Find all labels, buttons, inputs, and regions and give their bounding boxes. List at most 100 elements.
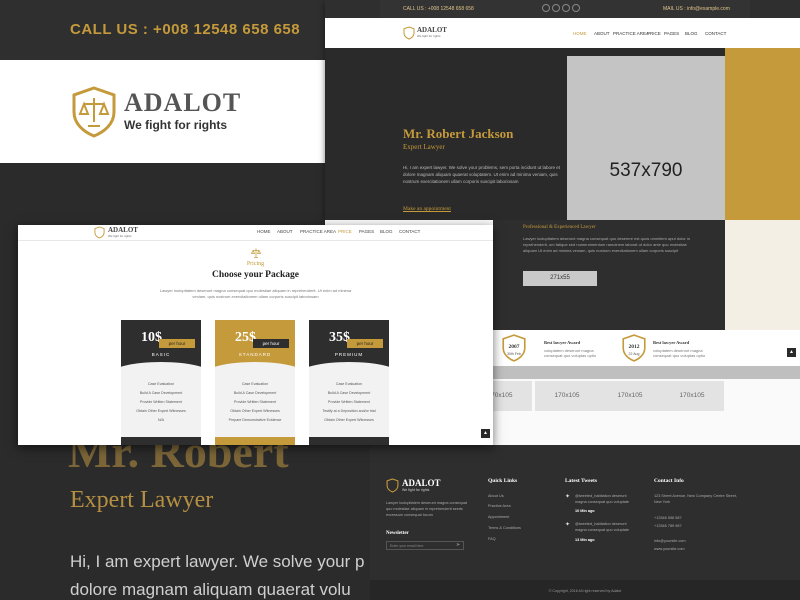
hero-gold-pattern — [725, 48, 800, 220]
pricing-logo-tagline: We fight for rights — [108, 234, 132, 238]
nav-home[interactable]: HOME — [257, 229, 271, 234]
award-date-1: 30th Feb — [507, 352, 521, 356]
send-icon[interactable]: ➤ — [456, 542, 460, 548]
pricing-card-basic[interactable]: 10$ per hour BASIC Case Evaluation Build… — [121, 320, 201, 445]
google-plus-icon[interactable] — [572, 4, 580, 12]
pricing-screenshot: ADALOT We fight for rights HOME ABOUT PR… — [18, 225, 493, 445]
about-gray-band — [493, 366, 800, 379]
plan-feature: Case Evaluation — [241, 382, 269, 386]
quick-link[interactable]: Terms & Conditions — [488, 525, 521, 531]
nav-practice-area[interactable]: PRACTICE AREA — [613, 31, 649, 36]
newsletter-title: Newsletter — [386, 531, 409, 536]
plan-per: per hour — [253, 339, 289, 348]
facebook-icon[interactable] — [542, 4, 550, 12]
plan-feature: Case Evaluation — [335, 382, 363, 386]
card-wave — [215, 362, 295, 382]
award-year-1: 2007 — [508, 344, 520, 350]
plan-feature: Testify at a Deposition and/or trial — [322, 409, 376, 413]
footer-screenshot: ADALOT We fight for rights Lawyer loolup… — [370, 445, 800, 600]
nav-contact[interactable]: CONTACT — [705, 31, 726, 36]
plan-feature: Build A Case Development — [233, 391, 277, 395]
nav-practice-area[interactable]: PRACTICE AREA — [300, 229, 336, 234]
nav-blog[interactable]: BLOG — [685, 31, 698, 36]
newsletter-email-input[interactable]: Enter your email here — [386, 541, 464, 550]
award-title-2: Best lawyer Award — [653, 340, 690, 345]
nav-home[interactable]: HOME — [573, 31, 587, 36]
background-hero-desc-line2: dolore magnam aliquam quaerat volu — [70, 580, 351, 599]
quick-link[interactable]: FAQ — [488, 536, 496, 542]
shield-logo-icon — [403, 26, 415, 40]
nav-contact[interactable]: CONTACT — [399, 229, 420, 234]
gallery-tile[interactable]: 170x105 — [598, 381, 662, 411]
about-pattern — [725, 220, 800, 330]
hero-photo-placeholder — [567, 56, 725, 220]
about-button-placeholder[interactable]: 271x55 — [523, 271, 597, 286]
quick-link[interactable]: About Us — [488, 493, 504, 499]
scroll-top-button[interactable]: ▲ — [481, 429, 490, 438]
footer-logo-tagline: We fight for rights — [402, 488, 430, 492]
copyright-text: © Copyright, 2016 All right reserved by … — [548, 589, 622, 593]
hero-name: Mr. Robert Jackson — [403, 126, 514, 141]
plan-feature: Build A Case Development — [139, 391, 183, 395]
tweet-text: @tweeted_habitation deserunt magna conse… — [575, 494, 630, 504]
nav-price[interactable]: PRICE — [647, 31, 661, 36]
hero-mail-text: MAIL US : info@example.com — [663, 6, 730, 12]
card-footer-button[interactable] — [309, 437, 389, 445]
contact-info-title: Contact Info — [654, 478, 684, 484]
contact-address: 123 Street Avenue, New Company Centre St… — [654, 494, 737, 504]
award-date-2: 22 Aug — [628, 352, 640, 356]
scroll-top-button[interactable]: ▲ — [787, 348, 796, 357]
plan-tier: STANDARD — [238, 352, 272, 357]
nav-pages[interactable]: PAGES — [664, 31, 679, 36]
nav-blog[interactable]: BLOG — [380, 229, 393, 234]
contact-website[interactable]: www.yoursite.com — [654, 546, 685, 552]
contact-email[interactable]: info@yoursite.com — [654, 538, 686, 544]
latest-tweets-title: Latest Tweets — [565, 478, 598, 484]
contact-phone: +12546 598 587 — [654, 516, 682, 520]
hero-screenshot: CALL US : +008 12548 658 658 MAIL US : i… — [325, 0, 800, 220]
card-wave — [309, 362, 389, 382]
plan-feature: Obtain Other Expert Witnesses — [230, 409, 280, 413]
pricing-card-premium[interactable]: 35$ per hour PREMIUM Case Evaluation Bui… — [309, 320, 389, 445]
footer-about: Lawyer loolupttatem deserunt magna conse… — [386, 501, 468, 517]
plan-feature: N/A — [158, 418, 164, 422]
hero-photo-label: 537x790 — [609, 160, 683, 181]
plan-feature: Obtain Other Expert Witnesses — [324, 418, 374, 422]
plan-tier: PREMIUM — [334, 352, 364, 357]
plan-per: per hour — [159, 339, 195, 348]
twitter-icon: ✦ — [565, 522, 571, 528]
hero-logo-name: ADALOT — [417, 26, 447, 34]
twitter-icon: ✦ — [565, 494, 571, 500]
tweet-time: 10 Min ago — [575, 509, 595, 513]
card-footer-button[interactable] — [121, 437, 201, 445]
card-footer-button[interactable] — [215, 437, 295, 445]
background-logo-name: ADALOT — [124, 88, 242, 117]
quick-link[interactable]: Practice Area — [488, 503, 511, 509]
quick-links-title: Quick Links — [488, 478, 518, 484]
pricing-card-standard[interactable]: 25$ per hour STANDARD Case Evaluation Bu… — [215, 320, 295, 445]
award-year-2: 2012 — [628, 344, 640, 350]
linkedin-icon[interactable] — [562, 4, 570, 12]
plan-per: per hour — [347, 339, 383, 348]
background-hero-desc-line1: Hi, I am expert lawyer. We solve your p — [70, 552, 365, 571]
contact-phone: +12546 789 987 — [654, 524, 682, 528]
plan-tier: BASIC — [151, 352, 171, 357]
plan-feature: Case Evaluation — [147, 382, 175, 386]
nav-about[interactable]: ABOUT — [594, 31, 610, 36]
nav-price[interactable]: PRICE — [338, 229, 352, 234]
pricing-label: Pricing — [246, 261, 265, 267]
hero-navbar: ADALOT We fight for rights HOME ABOUT PR… — [325, 18, 800, 48]
gallery-tile[interactable]: 170x105 — [660, 381, 724, 411]
plan-feature: Provide Written Statement — [328, 400, 370, 404]
gallery-tile[interactable]: 170x105 — [535, 381, 599, 411]
hero-role: Expert Lawyer — [403, 143, 445, 151]
shield-logo-icon — [94, 226, 105, 239]
twitter-icon[interactable] — [552, 4, 560, 12]
nav-pages[interactable]: PAGES — [359, 229, 374, 234]
appointment-link[interactable]: Make an appointment — [403, 206, 451, 212]
plan-feature: Provide Written Statement — [234, 400, 276, 404]
background-header: ADALOT We fight for rights — [0, 60, 325, 163]
nav-about[interactable]: ABOUT — [277, 229, 293, 234]
plan-feature: Obtain Other Expert Witnesses — [136, 409, 186, 413]
quick-link[interactable]: Appointment — [488, 514, 509, 520]
